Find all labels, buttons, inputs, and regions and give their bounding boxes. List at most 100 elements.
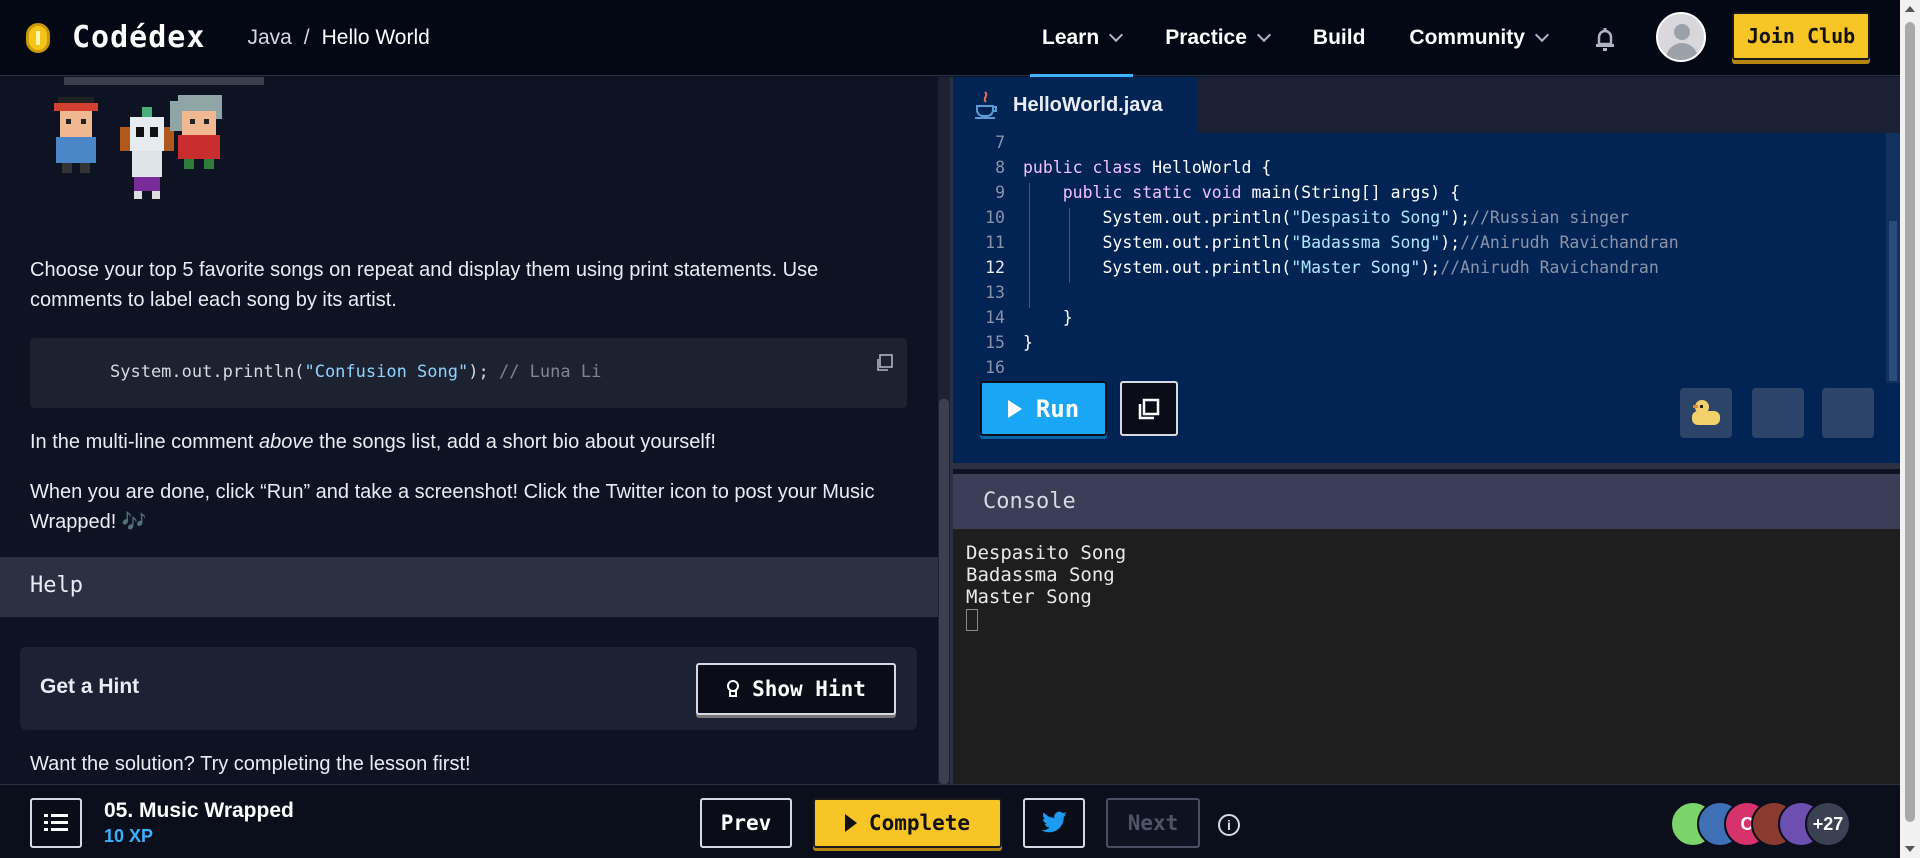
twitter-icon	[1041, 811, 1067, 833]
code-line[interactable]: 10 System.out.println("Despasito Song");…	[953, 208, 1900, 233]
nav-community-label: Community	[1409, 26, 1525, 49]
solution-text: Want the solution? Try completing the le…	[30, 753, 471, 775]
editor-tab-bar: HelloWorld.java	[953, 77, 1900, 133]
lightbulb-icon	[727, 680, 740, 697]
code-line[interactable]: 13	[953, 283, 1900, 308]
editor-scrollbar[interactable]	[1886, 133, 1900, 383]
rubber-duck-button[interactable]	[1680, 388, 1732, 438]
line-number: 15	[985, 333, 1005, 352]
chevron-down-icon	[1109, 27, 1124, 43]
page-scrollbar[interactable]	[1900, 0, 1920, 858]
show-hint-button[interactable]: Show Hint	[696, 663, 896, 715]
hint-card: Get a Hint Show Hint	[20, 647, 917, 730]
nav-learn[interactable]: Learn	[1030, 0, 1134, 77]
copy-icon	[1138, 398, 1160, 419]
list-icon	[44, 814, 68, 831]
example-code: System.out.println("Confusion Song"); //…	[110, 362, 602, 382]
code-line[interactable]: 12 System.out.println("Master Song");//A…	[953, 258, 1900, 283]
line-number: 10	[985, 208, 1005, 227]
lesson-title: 05. Music Wrapped	[104, 799, 294, 822]
code-text: }	[1023, 333, 1033, 352]
code-editor: HelloWorld.java 7 8 public class HelloWorl…	[953, 77, 1900, 469]
coin-icon	[26, 22, 50, 53]
code-text: System.out.println("Badassma Song");//An…	[1023, 233, 1679, 252]
chevron-down-icon	[1534, 27, 1549, 43]
play-icon	[844, 814, 857, 832]
scroll-down-icon[interactable]	[1905, 846, 1915, 852]
code-text: System.out.println("Master Song");//Anir…	[1023, 258, 1659, 277]
copy-code-button[interactable]	[1120, 381, 1178, 436]
code-text: public static void main(String[] args) {	[1062, 183, 1461, 202]
editor-tool-button[interactable]	[1752, 388, 1804, 438]
code-line[interactable]: 8 public class HelloWorld {	[953, 158, 1900, 183]
line-number: 14	[985, 308, 1005, 327]
logo[interactable]: Codédex	[26, 20, 205, 55]
complete-button[interactable]: Complete	[813, 798, 1002, 848]
screenshot-instructions: When you are done, click “Run” and take …	[30, 481, 875, 533]
nav-community[interactable]: Community	[1397, 0, 1559, 76]
console-header: Console	[953, 474, 1900, 529]
join-club-button[interactable]: Join Club	[1732, 12, 1870, 60]
filename: HelloWorld.java	[1013, 93, 1163, 116]
nav-practice-label: Practice	[1165, 26, 1247, 49]
console-output[interactable]: Despasito Song Badassma Song Master Song	[953, 529, 1900, 784]
lesson-panel: Choose your top 5 favorite songs on repe…	[0, 77, 938, 784]
duck-icon	[1692, 400, 1720, 425]
line-number: 12	[985, 258, 1005, 277]
run-button[interactable]: Run	[980, 381, 1107, 436]
play-icon	[1007, 399, 1022, 418]
more-users-count[interactable]: +27	[1805, 801, 1851, 847]
complete-label: Complete	[868, 811, 971, 835]
main-menu: Learn Practice Build Community	[1030, 0, 1559, 77]
breadcrumb-separator: /	[303, 25, 310, 49]
console-cursor	[966, 609, 978, 631]
lesson-xp: 10 XP	[104, 826, 154, 846]
logo-text: Codédex	[72, 20, 206, 55]
code-text: public class HelloWorld {	[1023, 158, 1272, 177]
line-number: 13	[985, 283, 1005, 302]
line-number: 8	[995, 158, 1005, 177]
help-title: Help	[30, 573, 83, 598]
example-code-block: System.out.println("Confusion Song"); //…	[30, 338, 907, 408]
help-section-header[interactable]: Help	[0, 557, 938, 617]
console-line: Master Song	[966, 586, 1092, 608]
code-text: System.out.println("Despasito Song");//R…	[1023, 208, 1629, 227]
show-hint-label: Show Hint	[752, 677, 866, 701]
lesson-footer: 05. Music Wrapped 10 XP Prev Complete Ne…	[0, 784, 1900, 858]
editor-tool-button[interactable]	[1822, 388, 1874, 438]
next-button: Next	[1106, 798, 1200, 848]
bell-icon[interactable]	[1592, 26, 1618, 52]
hint-label: Get a Hint	[40, 675, 140, 698]
bio-instructions: In the multi-line comment above the song…	[30, 431, 716, 453]
nav-build-label: Build	[1312, 26, 1366, 49]
info-icon[interactable]: i	[1218, 814, 1240, 836]
nav-learn-label: Learn	[1042, 26, 1100, 49]
scroll-up-icon[interactable]	[1905, 6, 1915, 12]
twitter-share-button[interactable]	[1023, 798, 1085, 848]
code-area[interactable]: 7 8 public class HelloWorld { 9 public stat…	[953, 133, 1900, 383]
code-line[interactable]: 7	[953, 133, 1900, 158]
nav-build[interactable]: Build	[1301, 0, 1378, 76]
nav-practice[interactable]: Practice	[1153, 0, 1281, 76]
lesson-menu-button[interactable]	[30, 798, 82, 848]
line-number: 7	[995, 133, 1005, 152]
chevron-down-icon	[1256, 27, 1271, 43]
code-line[interactable]: 9 public static void main(String[] args)…	[953, 183, 1900, 208]
line-number: 9	[995, 183, 1005, 202]
instructions-paragraph: Choose your top 5 favorite songs on repe…	[30, 259, 819, 311]
java-icon	[975, 91, 997, 119]
top-navigation: Codédex Java / Hello World Learn Practic…	[0, 0, 1900, 77]
code-line[interactable]: 11 System.out.println("Badassma Song");/…	[953, 233, 1900, 258]
prev-button[interactable]: Prev	[700, 798, 792, 848]
user-avatar[interactable]	[1656, 12, 1706, 62]
pixel-characters-illustration	[54, 77, 264, 199]
code-line[interactable]: 14 }	[953, 308, 1900, 333]
copy-icon[interactable]	[875, 354, 893, 372]
code-line[interactable]: 16	[953, 358, 1900, 383]
breadcrumb-language[interactable]: Java	[247, 26, 291, 50]
line-number: 16	[985, 358, 1005, 377]
console-line: Despasito Song	[966, 542, 1127, 564]
file-tab[interactable]: HelloWorld.java	[953, 77, 1198, 133]
code-line[interactable]: 15}	[953, 333, 1900, 358]
breadcrumb: Java / Hello World	[247, 26, 429, 50]
